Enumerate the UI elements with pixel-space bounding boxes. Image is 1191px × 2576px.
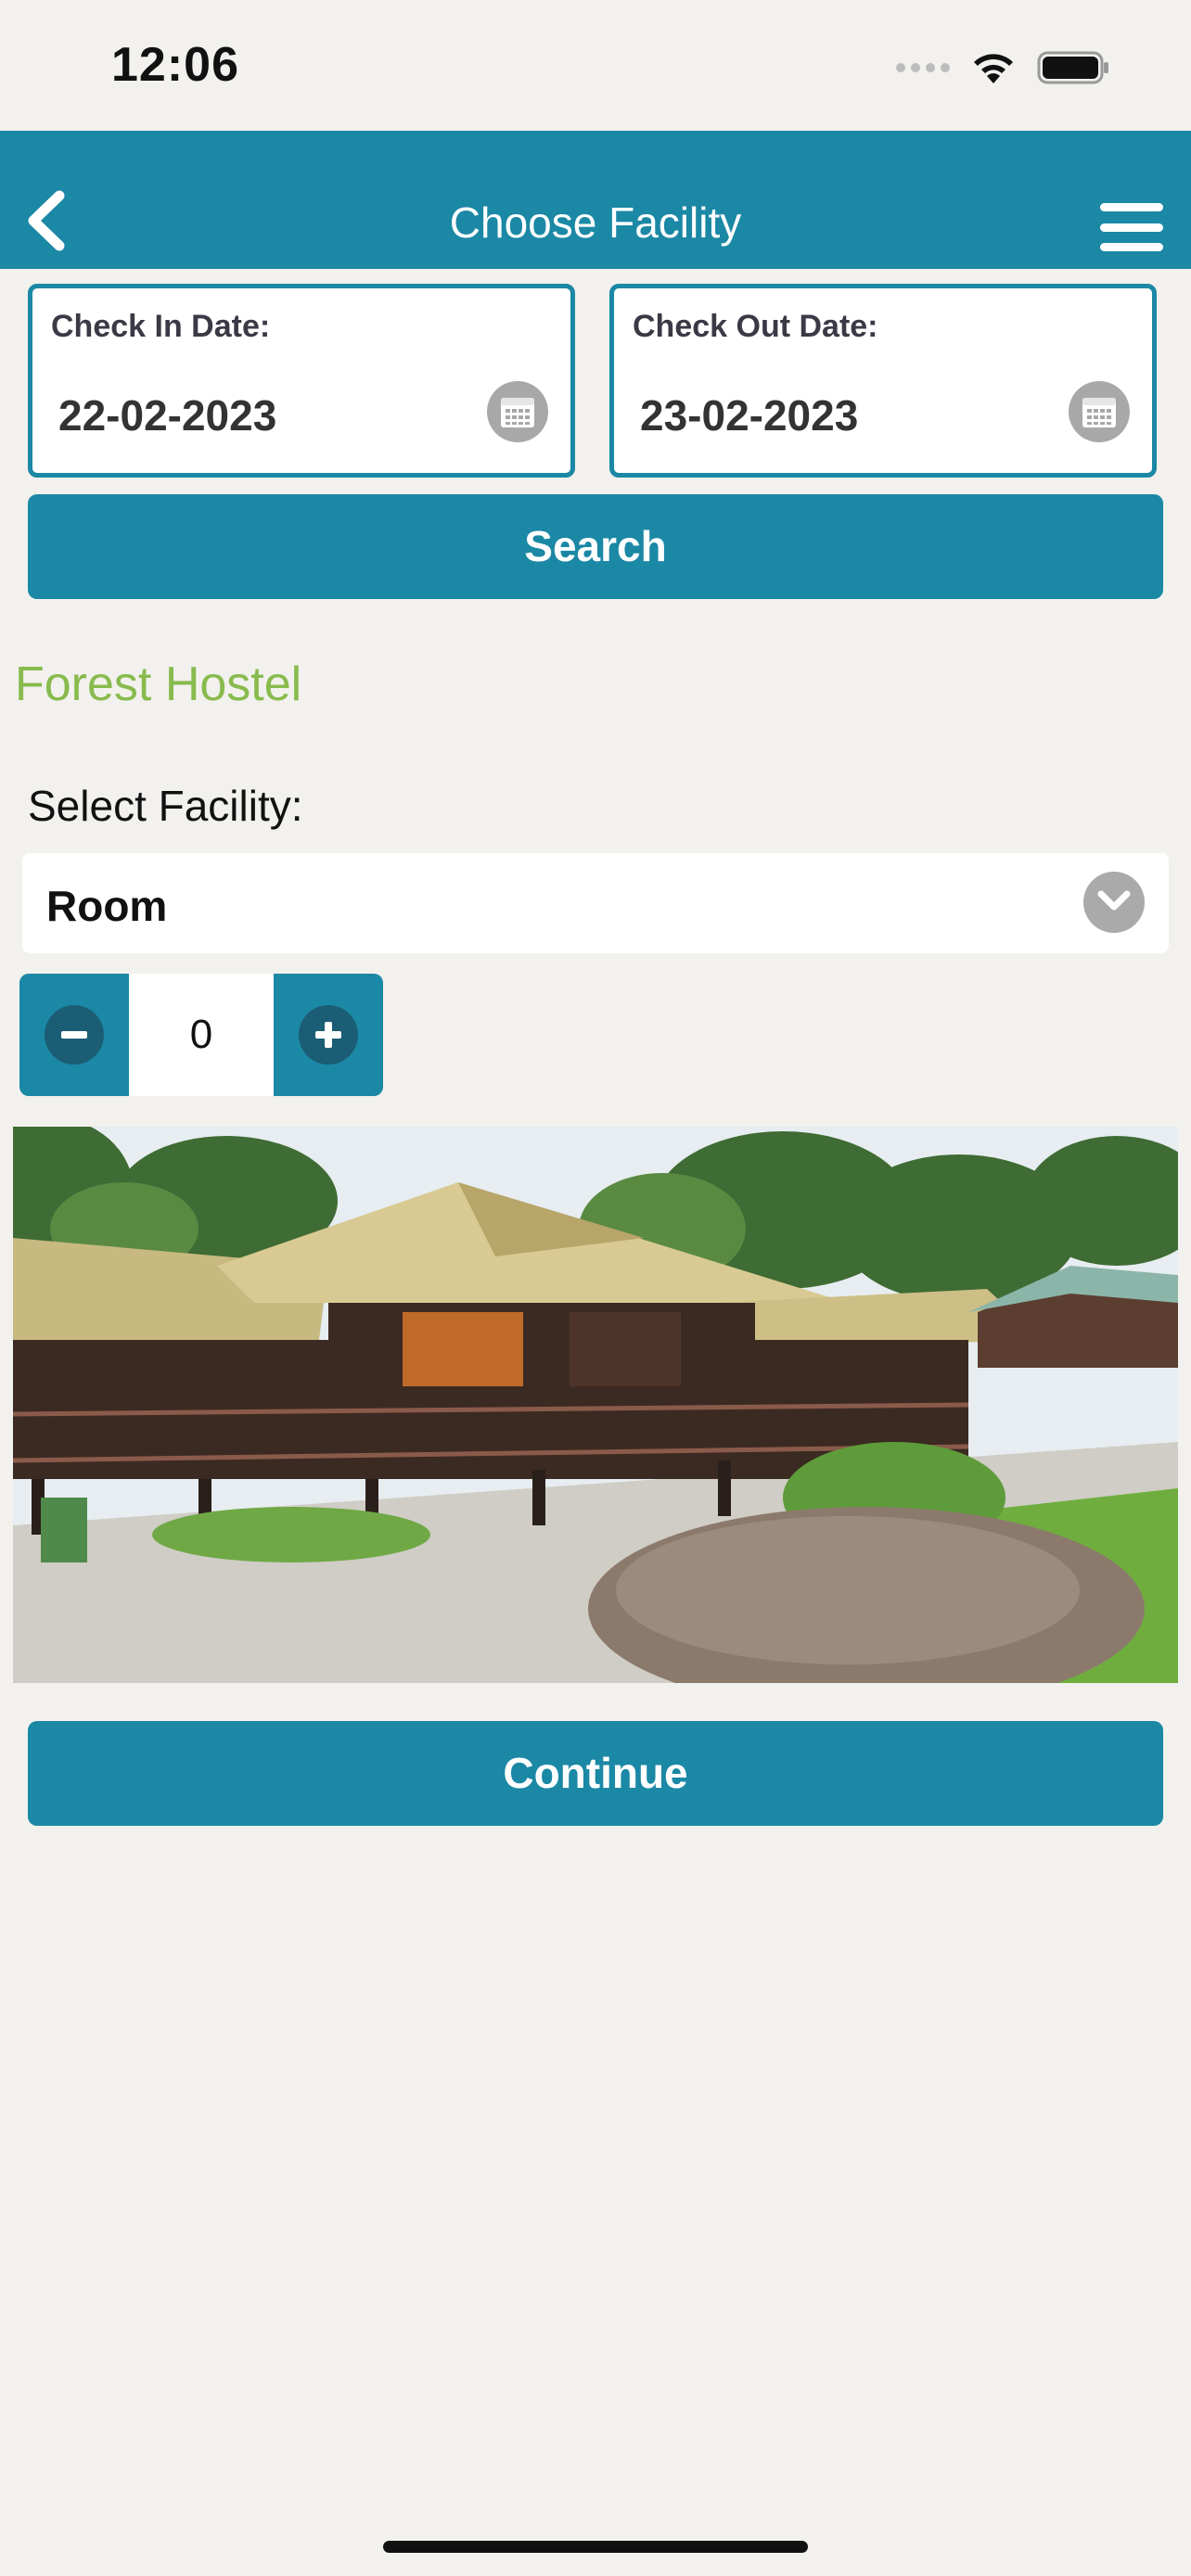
check-in-date-field[interactable]: Check In Date: 22-02-2023 <box>28 284 575 478</box>
check-out-date-field[interactable]: Check Out Date: 23-02-2023 <box>609 284 1157 478</box>
home-indicator <box>383 2541 808 2553</box>
quantity-stepper[interactable]: 0 <box>19 974 383 1096</box>
battery-icon <box>1037 50 1111 85</box>
increment-button[interactable] <box>274 974 383 1096</box>
facility-select[interactable]: Room <box>22 853 1169 953</box>
hamburger-menu-icon[interactable] <box>1100 203 1163 251</box>
facility-select-value: Room <box>46 882 168 930</box>
chevron-down-icon[interactable] <box>1083 872 1145 933</box>
signal-icon <box>896 63 950 72</box>
status-bar: 12:06 <box>0 0 1191 131</box>
plus-icon <box>299 1005 358 1065</box>
hostel-name: Forest Hostel <box>15 657 302 711</box>
facility-photo <box>13 1127 1178 1683</box>
navbar: Choose Facility <box>0 131 1191 269</box>
calendar-icon[interactable] <box>487 381 548 442</box>
minus-icon <box>45 1005 104 1065</box>
quantity-value: 0 <box>129 974 274 1096</box>
wifi-icon <box>970 50 1017 85</box>
select-facility-label: Select Facility: <box>28 782 303 830</box>
status-time: 12:06 <box>111 38 239 92</box>
check-in-value[interactable]: 22-02-2023 <box>58 390 276 440</box>
decrement-button[interactable] <box>19 974 129 1096</box>
check-in-label: Check In Date: <box>51 309 271 344</box>
status-icons <box>896 45 1111 91</box>
continue-button[interactable]: Continue <box>28 1721 1163 1826</box>
page-title: Choose Facility <box>449 198 742 247</box>
check-out-label: Check Out Date: <box>633 309 878 344</box>
search-button[interactable]: Search <box>28 494 1163 599</box>
calendar-icon[interactable] <box>1069 381 1130 442</box>
check-out-value[interactable]: 23-02-2023 <box>640 390 858 440</box>
